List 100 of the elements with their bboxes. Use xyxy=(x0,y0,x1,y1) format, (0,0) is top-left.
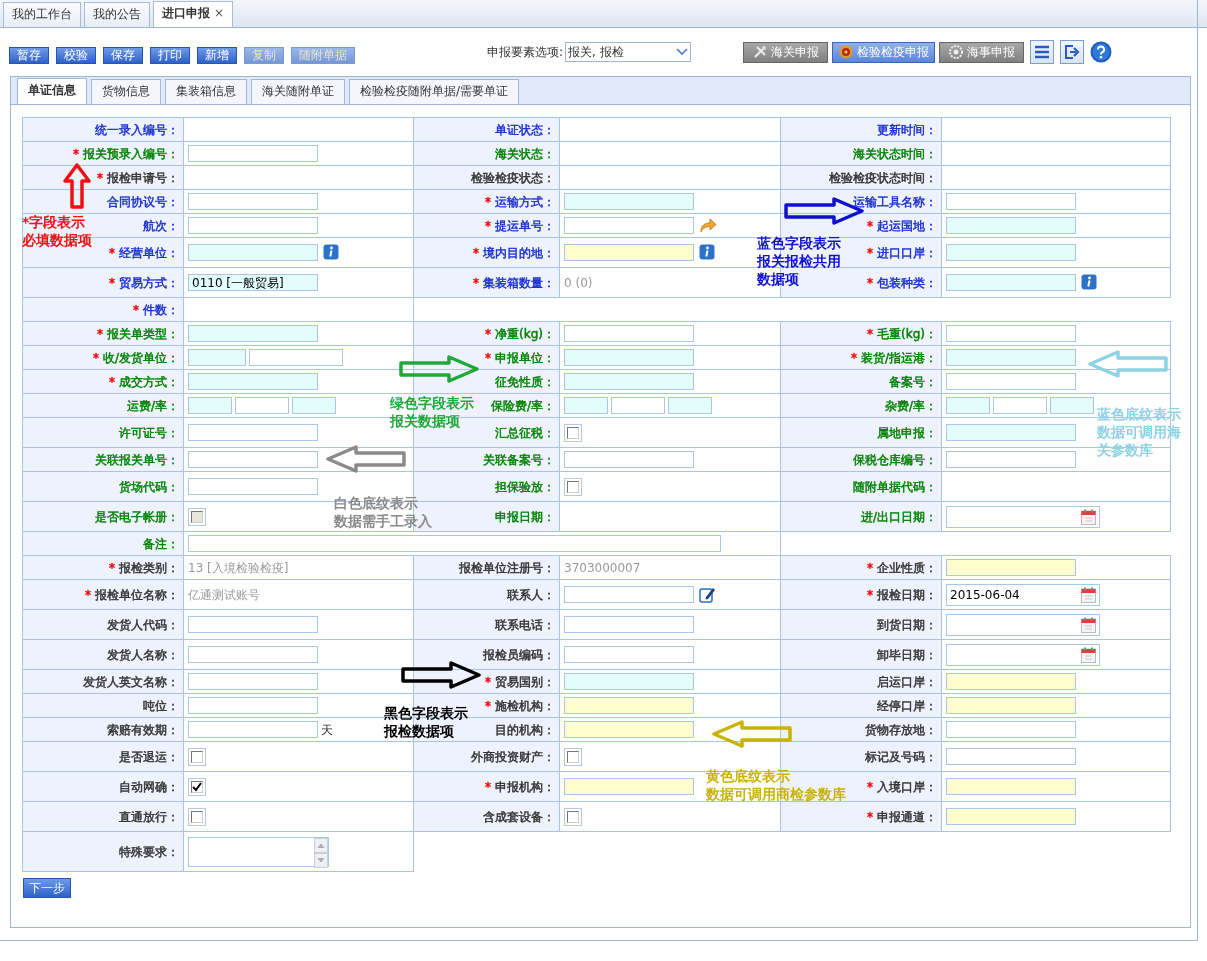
input-field[interactable] xyxy=(946,373,1076,390)
checkbox[interactable] xyxy=(188,807,206,826)
calendar-icon[interactable] xyxy=(1081,616,1096,633)
field-label: * 报检日期： xyxy=(867,587,937,602)
input-field[interactable] xyxy=(946,451,1076,468)
input-field[interactable] xyxy=(188,373,318,390)
checkbox[interactable] xyxy=(188,747,206,766)
input-field[interactable] xyxy=(946,697,1076,714)
calendar-icon[interactable] xyxy=(1081,586,1096,603)
input-field[interactable] xyxy=(188,217,318,234)
input-field[interactable] xyxy=(946,673,1076,690)
input-field[interactable] xyxy=(564,697,694,714)
scroll-arrows-icon[interactable] xyxy=(314,837,328,868)
input-field[interactable] xyxy=(946,748,1076,765)
checkbox[interactable] xyxy=(564,477,582,496)
input-field[interactable] xyxy=(946,424,1076,441)
input-field[interactable] xyxy=(946,559,1076,576)
input-field[interactable] xyxy=(946,721,1076,738)
tab[interactable]: 检验检疫随附单据/需要单证 xyxy=(349,79,520,104)
input-field[interactable] xyxy=(946,244,1076,261)
input-field[interactable] xyxy=(188,697,318,714)
tab[interactable]: 进口申报 × xyxy=(153,1,234,27)
input-field[interactable] xyxy=(188,673,318,690)
toolbar-button[interactable]: 新增 xyxy=(197,46,237,64)
input-field[interactable] xyxy=(946,778,1076,795)
toolbar-button[interactable]: 暂存 xyxy=(9,46,49,64)
date-field[interactable] xyxy=(946,505,1100,528)
input-field[interactable] xyxy=(188,397,232,414)
tab[interactable]: 单证信息 xyxy=(17,78,87,104)
info-icon[interactable] xyxy=(699,244,715,260)
input-field[interactable] xyxy=(564,451,694,468)
info-icon[interactable] xyxy=(323,244,339,260)
date-field[interactable] xyxy=(946,613,1100,636)
input-field[interactable] xyxy=(564,586,694,603)
input-field[interactable] xyxy=(188,145,318,162)
input-field[interactable] xyxy=(564,244,694,261)
input-field[interactable] xyxy=(564,616,694,633)
input-field[interactable] xyxy=(668,397,712,414)
toolbar-button[interactable]: 保存 xyxy=(103,46,143,64)
input-field[interactable] xyxy=(946,808,1076,825)
tab[interactable]: 集装箱信息 xyxy=(165,79,247,104)
help-icon[interactable] xyxy=(1090,41,1113,63)
curved-arrow-icon[interactable] xyxy=(699,217,717,233)
option-select[interactable]: 报关, 报检 xyxy=(565,42,692,62)
tab[interactable]: 海关随附单证 xyxy=(251,79,345,104)
checkbox[interactable] xyxy=(564,423,582,442)
input-field[interactable] xyxy=(188,535,721,552)
input-field[interactable] xyxy=(564,193,694,210)
input-field[interactable] xyxy=(188,616,318,633)
info-icon[interactable] xyxy=(1081,274,1097,290)
close-button[interactable]: × xyxy=(214,6,225,20)
checkbox[interactable] xyxy=(564,747,582,766)
checkbox[interactable] xyxy=(564,807,582,826)
input-field[interactable] xyxy=(946,217,1076,234)
input-field[interactable] xyxy=(188,478,318,495)
input-field[interactable] xyxy=(188,325,318,342)
input-field[interactable]: 0110 [一般贸易] xyxy=(188,274,318,291)
date-field[interactable] xyxy=(946,643,1100,666)
input-field[interactable] xyxy=(564,778,694,795)
input-field[interactable] xyxy=(993,397,1047,414)
input-field[interactable] xyxy=(1050,397,1094,414)
input-field[interactable] xyxy=(564,373,694,390)
text-area[interactable] xyxy=(188,836,329,867)
tab[interactable]: 货物信息 xyxy=(91,79,161,104)
input-field[interactable] xyxy=(188,646,318,663)
input-field[interactable] xyxy=(188,244,318,261)
tab[interactable]: 我的工作台 xyxy=(3,2,81,27)
toolbar-button[interactable]: 打印 xyxy=(150,46,190,64)
input-field[interactable] xyxy=(564,721,694,738)
input-field[interactable] xyxy=(564,349,694,366)
calendar-icon[interactable] xyxy=(1081,508,1096,525)
next-button[interactable]: 下一步 xyxy=(23,878,71,898)
field-label: * 申报单位： xyxy=(485,350,555,365)
toolbar-button[interactable]: 校验 xyxy=(56,46,96,64)
edit-icon[interactable] xyxy=(699,586,716,603)
input-field[interactable] xyxy=(188,349,246,366)
calendar-icon[interactable] xyxy=(1081,646,1096,663)
input-field[interactable] xyxy=(946,193,1076,210)
input-field[interactable] xyxy=(611,397,665,414)
input-field[interactable] xyxy=(564,217,694,234)
input-field[interactable] xyxy=(188,193,318,210)
input-field[interactable] xyxy=(249,349,343,366)
icon-button[interactable] xyxy=(1030,40,1055,64)
input-field[interactable] xyxy=(946,325,1076,342)
input-field[interactable] xyxy=(946,397,990,414)
input-field[interactable] xyxy=(292,397,336,414)
checkbox[interactable] xyxy=(188,777,206,796)
tab[interactable]: 我的公告 xyxy=(84,2,150,27)
date-field[interactable]: 2015-06-04 xyxy=(946,583,1100,606)
input-field[interactable] xyxy=(564,673,694,690)
input-field[interactable] xyxy=(564,397,608,414)
input-field[interactable] xyxy=(235,397,289,414)
input-field[interactable] xyxy=(188,451,318,468)
input-field[interactable] xyxy=(564,646,694,663)
icon-button[interactable] xyxy=(1060,40,1085,64)
input-field[interactable] xyxy=(564,325,694,342)
input-field[interactable] xyxy=(946,349,1076,366)
input-field[interactable] xyxy=(946,274,1076,291)
input-field[interactable] xyxy=(188,721,318,738)
input-field[interactable] xyxy=(188,424,318,441)
